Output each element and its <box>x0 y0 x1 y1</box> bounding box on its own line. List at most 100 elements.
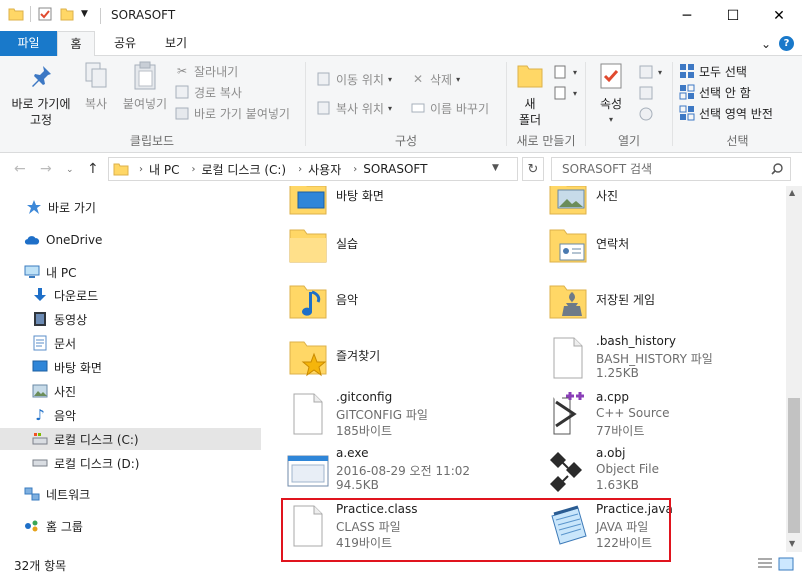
select-all-label: 모두 선택 <box>699 64 747 79</box>
recent-locations-icon[interactable]: ⌄ <box>66 165 74 175</box>
edit-button[interactable] <box>638 83 654 103</box>
copy-to-button[interactable]: 복사 위치 ▾ <box>316 98 392 118</box>
select-none-icon <box>679 84 695 100</box>
rename-button[interactable]: 이름 바꾸기 <box>410 98 489 118</box>
breadcrumb-users[interactable]: 사용자 <box>308 161 341 178</box>
list-item[interactable]: 저장된 게임 <box>530 274 780 330</box>
select-all-button[interactable]: 모두 선택 <box>679 61 747 81</box>
file-name: a.obj <box>596 446 626 460</box>
details-view-icon[interactable] <box>757 557 773 571</box>
status-bar: 32개 항목 <box>0 552 802 577</box>
list-item[interactable]: 연락처 <box>530 218 780 274</box>
list-item[interactable]: a.exe 2016-08-29 오전 11:02 94.5KB <box>270 442 520 498</box>
cut-button[interactable]: ✂ 잘라내기 <box>174 61 238 81</box>
expand-ribbon-icon[interactable]: ⌄ <box>761 37 771 51</box>
refresh-button[interactable]: ↻ <box>522 157 544 181</box>
invert-selection-button[interactable]: 선택 영역 반전 <box>679 103 773 123</box>
tab-share[interactable]: 공유 <box>101 31 149 56</box>
file-size: 1.25KB <box>596 366 639 380</box>
sidebar-item-label: 홈 그룹 <box>46 519 83 534</box>
navigation-pane: 바로 가기 OneDrive 내 PC 다운로드 동영상 문서 바탕 화면 사진… <box>0 186 270 552</box>
sidebar-item-label: 동영상 <box>54 312 88 327</box>
star-icon <box>26 199 42 215</box>
list-item[interactable]: 실습 <box>270 218 520 274</box>
desktop-icon <box>32 359 48 375</box>
folder-icon <box>113 163 129 176</box>
separator <box>30 6 31 22</box>
sidebar-item-downloads[interactable]: 다운로드 <box>0 284 261 306</box>
sidebar-item-pictures[interactable]: 사진 <box>0 380 261 402</box>
favorites-folder-icon <box>289 341 327 377</box>
cut-label: 잘라내기 <box>194 64 239 79</box>
sidebar-item-homegroup[interactable]: 홈 그룹 <box>0 515 261 537</box>
select-none-button[interactable]: 선택 안 함 <box>679 82 751 102</box>
breadcrumb-separator: › <box>191 163 196 175</box>
paste-shortcut-button[interactable]: 바로 가기 붙여넣기 <box>174 103 290 123</box>
file-type: Object File <box>596 462 659 476</box>
sidebar-item-local-disk-d[interactable]: 로컬 디스크 (D:) <box>0 452 261 474</box>
back-arrow-icon[interactable]: ← <box>14 161 26 177</box>
help-icon[interactable]: ? <box>779 36 794 51</box>
scroll-up-icon[interactable]: ▲ <box>789 188 795 197</box>
file-name: 바탕 화면 <box>336 189 384 203</box>
sidebar-item-desktop[interactable]: 바탕 화면 <box>0 356 261 378</box>
scissors-icon: ✂ <box>176 64 188 78</box>
chevron-down-icon: ▾ <box>456 74 461 84</box>
list-item[interactable]: a.cpp C++ Source 77바이트 <box>530 386 780 442</box>
sidebar-item-label: 음악 <box>54 408 77 423</box>
open-button[interactable]: ▾ <box>638 62 662 82</box>
breadcrumb-this-pc[interactable]: 내 PC <box>149 161 179 178</box>
paste-button[interactable]: 붙여넣기 <box>118 60 172 112</box>
breadcrumb-sorasoft[interactable]: SORASOFT <box>363 162 427 176</box>
large-icons-view-icon[interactable] <box>778 557 794 571</box>
easy-access-button[interactable]: ▾ <box>553 83 577 103</box>
scrollbar-thumb[interactable] <box>788 398 800 533</box>
sidebar-item-this-pc[interactable]: 내 PC <box>0 261 261 283</box>
customize-qat-icon[interactable]: ▼ <box>81 9 88 19</box>
scroll-down-icon[interactable]: ▼ <box>789 539 795 548</box>
copy-button[interactable]: 복사 <box>78 60 114 112</box>
new-folder-label-line1: 새 <box>524 97 536 111</box>
sidebar-item-videos[interactable]: 동영상 <box>0 308 261 330</box>
sidebar-item-documents[interactable]: 문서 <box>0 332 261 354</box>
list-item[interactable]: a.obj Object File 1.63KB <box>530 442 780 498</box>
list-item[interactable]: .gitconfig GITCONFIG 파일 185바이트 <box>270 386 520 442</box>
new-item-button[interactable]: ▾ <box>553 62 577 82</box>
sidebar-item-onedrive[interactable]: OneDrive <box>0 229 261 251</box>
file-icon <box>293 393 323 435</box>
close-button[interactable]: ✕ <box>756 0 802 31</box>
list-item[interactable]: 즐겨찾기 <box>270 330 520 386</box>
list-item[interactable]: 음악 <box>270 274 520 330</box>
delete-button[interactable]: ✕ 삭제 ▾ <box>410 69 460 89</box>
sidebar-item-quick-access[interactable]: 바로 가기 <box>0 196 261 218</box>
open-icon <box>638 64 654 80</box>
chevron-down-icon: ▾ <box>387 103 392 113</box>
tab-view[interactable]: 보기 <box>152 31 200 56</box>
sidebar-item-music[interactable]: ♪ 음악 <box>0 404 261 426</box>
rename-icon <box>410 100 426 116</box>
breadcrumb-separator: › <box>139 163 143 175</box>
sidebar-item-local-disk-c[interactable]: 로컬 디스크 (C:) <box>0 428 261 450</box>
tab-home[interactable]: 홈 <box>57 31 95 57</box>
search-input[interactable]: SORASOFT 검색 <box>551 157 791 181</box>
select-group-label: 선택 <box>726 134 749 148</box>
forward-arrow-icon[interactable]: → <box>40 161 52 177</box>
sidebar-item-network[interactable]: 네트워크 <box>0 483 261 505</box>
minimize-button[interactable]: ─ <box>664 0 710 31</box>
up-arrow-icon[interactable]: ↑ <box>87 161 99 177</box>
address-bar[interactable]: › 내 PC › 로컬 디스크 (C:) › 사용자 › SORASOFT <box>108 157 518 181</box>
properties-icon[interactable] <box>37 6 53 22</box>
list-item[interactable]: .bash_history BASH_HISTORY 파일 1.25KB <box>530 330 780 386</box>
vertical-scrollbar[interactable]: ▲ ▼ <box>786 186 802 552</box>
maximize-button[interactable]: ☐ <box>710 0 756 31</box>
new-folder-button[interactable]: 새 폴더 <box>511 60 549 128</box>
move-to-button[interactable]: 이동 위치 ▾ <box>316 69 392 89</box>
tab-file[interactable]: 파일 <box>0 31 57 56</box>
properties-button[interactable]: 속성 ▾ <box>592 60 630 128</box>
history-button[interactable] <box>638 104 654 124</box>
address-dropdown-icon[interactable]: ▼ <box>492 163 499 173</box>
pin-quick-access-button[interactable]: 바로 가기에 고정 <box>6 60 76 128</box>
copy-path-button[interactable]: 경로 복사 <box>174 82 242 102</box>
new-folder-icon[interactable] <box>59 6 75 22</box>
breadcrumb-local-disk-c[interactable]: 로컬 디스크 (C:) <box>201 161 286 178</box>
